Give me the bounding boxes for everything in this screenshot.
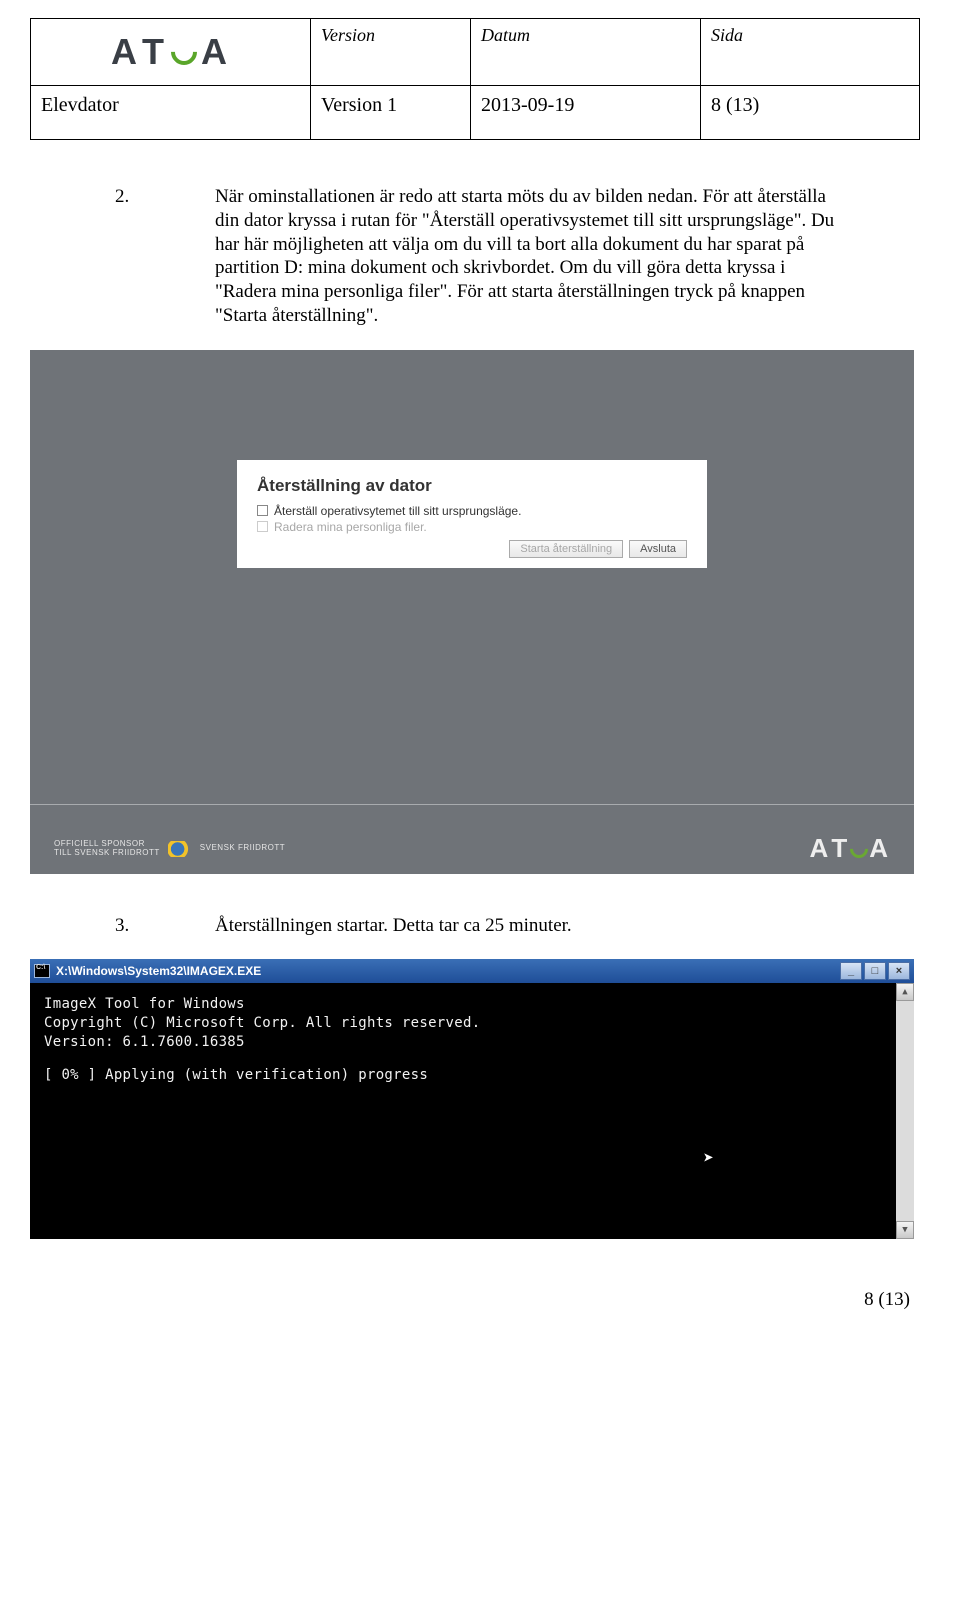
terminal-scrollbar[interactable]: ▲ ▼ [896, 983, 914, 1239]
header-version-value: Version 1 [311, 86, 471, 140]
dialog-title: Återställning av dator [257, 476, 687, 496]
option-restore-os[interactable]: Återställ operativsytemet till sitt ursp… [257, 504, 687, 518]
start-restore-button[interactable]: Starta återställning [509, 540, 623, 558]
header-page-label: Sida [701, 19, 920, 86]
minimize-button[interactable]: _ [840, 962, 862, 980]
logo-arc-icon [166, 34, 203, 71]
terminal-titlebar: X:\Windows\System32\IMAGEX.EXE _ □ × [30, 959, 914, 983]
checkbox-icon[interactable] [257, 505, 268, 516]
step-3-text: Återställningen startar. Detta tar ca 25… [215, 914, 845, 938]
restore-dialog: Återställning av dator Återställ operati… [237, 460, 707, 568]
checkbox-icon[interactable] [257, 521, 268, 532]
header-date-label: Datum [471, 19, 701, 86]
step-3: 3. Återställningen startar. Detta tar ca… [115, 914, 845, 938]
terminal-screenshot: X:\Windows\System32\IMAGEX.EXE _ □ × Ima… [30, 959, 914, 1239]
terminal-line: Copyright (C) Microsoft Corp. All rights… [44, 1014, 900, 1033]
step-2-text: När ominstallationen är redo att starta … [215, 185, 845, 328]
atea-logo: ATA [111, 31, 230, 73]
close-window-button[interactable]: × [888, 962, 910, 980]
sponsor-badge-text: SVENSK FRIIDROTT [200, 844, 285, 853]
close-button[interactable]: Avsluta [629, 540, 687, 558]
step-2-number: 2. [115, 185, 215, 328]
terminal-body: ImageX Tool for Windows Copyright (C) Mi… [30, 983, 914, 1097]
step-3-number: 3. [115, 914, 215, 938]
sponsor-line2: TILL SVENSK FRIIDROTT [54, 849, 160, 858]
restore-dialog-screenshot: Återställning av dator Återställ operati… [30, 350, 914, 874]
header-page-value: 8 (13) [701, 86, 920, 140]
maximize-button[interactable]: □ [864, 962, 886, 980]
option-restore-os-label: Återställ operativsytemet till sitt ursp… [274, 504, 521, 518]
terminal-line: ImageX Tool for Windows [44, 995, 900, 1014]
scroll-down-icon[interactable]: ▼ [896, 1221, 914, 1239]
mouse-cursor-icon: ➤ [703, 1148, 714, 1169]
step-2: 2. När ominstallationen är redo att star… [115, 185, 845, 328]
terminal-title: X:\Windows\System32\IMAGEX.EXE [56, 964, 261, 978]
terminal-line: [ 0% ] Applying (with verification) prog… [44, 1066, 900, 1085]
atea-footer-logo: ATA [810, 833, 890, 864]
logo-cell: ATA [31, 19, 311, 86]
option-delete-files-label: Radera mina personliga filer. [274, 520, 427, 534]
scroll-up-icon[interactable]: ▲ [896, 983, 914, 1001]
sponsor-badge-icon [168, 841, 192, 857]
sponsor-block: OFFICIELL SPONSOR TILL SVENSK FRIIDROTT … [54, 840, 285, 858]
cmd-icon [34, 964, 50, 978]
terminal-line: Version: 6.1.7600.16385 [44, 1033, 900, 1052]
page-footer: 8 (13) [0, 1239, 960, 1311]
logo-arc-icon [846, 836, 871, 861]
header-date-value: 2013-09-19 [471, 86, 701, 140]
screenshot-footer-bar: OFFICIELL SPONSOR TILL SVENSK FRIIDROTT … [30, 824, 914, 874]
document-header-table: ATA Version Datum Sida Elevdator Version… [30, 18, 920, 140]
header-title: Elevdator [31, 86, 311, 140]
option-delete-files[interactable]: Radera mina personliga filer. [257, 520, 687, 534]
header-version-label: Version [311, 19, 471, 86]
